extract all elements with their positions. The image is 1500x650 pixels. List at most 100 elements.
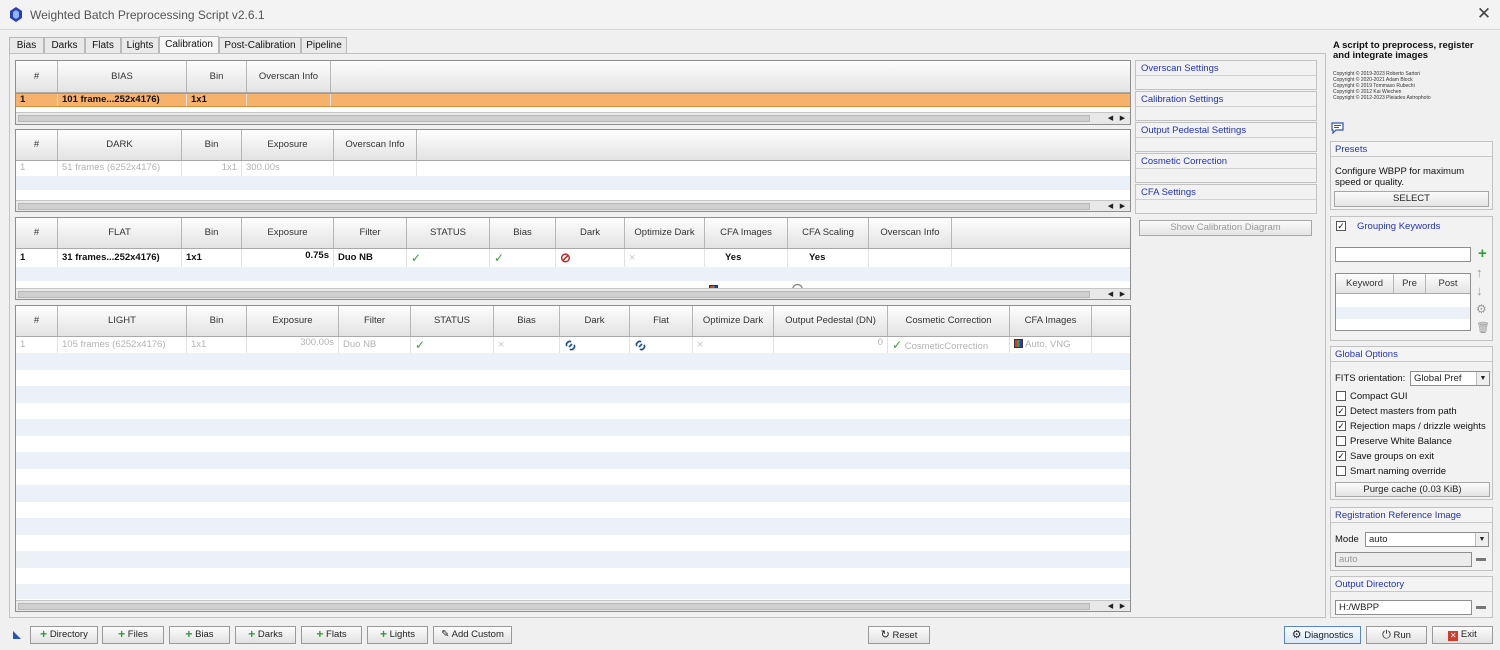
chat-bubble-icon[interactable]	[1331, 122, 1344, 134]
scroll-left-icon[interactable]: ◀	[1105, 114, 1116, 123]
plus-icon: +	[185, 627, 193, 641]
keyword-table[interactable]: Keyword Pre Post	[1335, 273, 1471, 331]
tab-label: Bias	[16, 40, 37, 51]
close-icon[interactable]: ✕	[1474, 4, 1494, 24]
folder-icon[interactable]: ▬	[1476, 601, 1486, 612]
purge-cache-button[interactable]: Purge cache (0.03 KiB)	[1335, 482, 1490, 497]
show-calibration-diagram-button[interactable]: Show Calibration Diagram	[1139, 220, 1312, 236]
rejection-maps-checkbox[interactable]: ✓	[1336, 421, 1346, 431]
scroll-left-icon[interactable]: ◀	[1105, 202, 1116, 211]
scroll-left-icon[interactable]: ◀	[1105, 290, 1116, 299]
presets-title: Presets	[1331, 142, 1492, 157]
table-row[interactable]: 1 101 frame...252x4176) 1x1	[16, 93, 1130, 107]
fits-orientation-select[interactable]: Global Pref ▼	[1410, 371, 1490, 386]
registration-mode-select[interactable]: auto ▼	[1365, 532, 1489, 547]
cell: 1x1	[187, 94, 247, 106]
scroll-thumb[interactable]	[18, 291, 1090, 298]
table-row[interactable]: 1 51 frames (6252x4176) 1x1 300.00s	[16, 161, 1130, 176]
checkbox-label: Compact GUI	[1350, 391, 1408, 402]
add-flats-button[interactable]: + Flats	[301, 626, 362, 644]
overscan-settings-section[interactable]: Overscan Settings	[1135, 60, 1317, 90]
button-label: Run	[1393, 630, 1411, 641]
add-darks-button[interactable]: + Darks	[235, 626, 296, 644]
smart-naming-checkbox[interactable]	[1336, 466, 1346, 476]
grouping-checkbox[interactable]: ✓	[1336, 221, 1346, 231]
reset-button[interactable]: ↻ Reset	[868, 626, 930, 644]
light-table[interactable]: # LIGHT Bin Exposure Filter STATUS Bias …	[15, 305, 1131, 612]
table-row[interactable]: 1 105 frames (6252x4176) 1x1 300.00s Duo…	[16, 337, 1130, 353]
add-lights-button[interactable]: + Lights	[367, 626, 428, 644]
reference-image-path[interactable]: auto	[1335, 552, 1472, 567]
scroll-thumb[interactable]	[18, 115, 1090, 122]
col-header: Flat	[630, 306, 693, 336]
horizontal-scrollbar[interactable]: ◀ ▶	[16, 112, 1130, 124]
add-directory-button[interactable]: + Directory	[30, 626, 98, 644]
horizontal-scrollbar[interactable]: ◀ ▶	[16, 288, 1130, 299]
cosmetic-check-icon: ✓	[892, 338, 903, 352]
add-custom-button[interactable]: ✎ Add Custom	[433, 626, 512, 644]
arrow-up-icon[interactable]: ↑	[1476, 265, 1483, 280]
cell	[334, 161, 417, 176]
col-header: Optimize Dark	[625, 218, 705, 248]
horizontal-scrollbar[interactable]: ◀ ▶	[16, 600, 1130, 611]
checkbox-label: Save groups on exit	[1350, 451, 1434, 462]
tab-darks[interactable]: Darks	[44, 37, 85, 53]
table-row	[16, 386, 1130, 403]
table-row[interactable]: 1 31 frames...252x4176) 1x1 0.75s Duo NB…	[16, 249, 1130, 295]
col-header: CFA Scaling	[788, 218, 869, 248]
col-header: Exposure	[242, 218, 334, 248]
calibration-settings-section[interactable]: Calibration Settings	[1135, 91, 1317, 121]
col-header: Bin	[182, 130, 242, 160]
select-preset-button[interactable]: SELECT	[1334, 191, 1489, 207]
gear-icon[interactable]: ⚙	[1476, 302, 1487, 316]
resize-corner-icon[interactable]	[12, 630, 22, 640]
scroll-left-icon[interactable]: ◀	[1105, 602, 1116, 611]
cell: 1x1	[182, 249, 242, 267]
checkbox-label: Smart naming override	[1350, 466, 1447, 477]
exit-button[interactable]: ✕ Exit	[1432, 626, 1493, 644]
folder-icon[interactable]: ▬	[1476, 553, 1486, 564]
flat-link-icon[interactable]	[634, 339, 647, 352]
scroll-right-icon[interactable]: ▶	[1117, 602, 1128, 611]
output-pedestal-section[interactable]: Output Pedestal Settings	[1135, 122, 1317, 152]
run-button[interactable]: ⏻ Run	[1366, 626, 1427, 644]
reset-icon: ↻	[880, 629, 890, 641]
arrow-down-icon[interactable]: ↓	[1476, 283, 1483, 298]
cosmetic-correction-section[interactable]: Cosmetic Correction	[1135, 153, 1317, 183]
trash-icon[interactable]: 🗑	[1476, 321, 1490, 334]
flat-table[interactable]: # FLAT Bin Exposure Filter STATUS Bias D…	[15, 217, 1131, 300]
scroll-thumb[interactable]	[18, 603, 1090, 610]
chevron-down-icon: ▼	[1475, 533, 1488, 546]
preserve-white-balance-checkbox[interactable]	[1336, 436, 1346, 446]
scroll-right-icon[interactable]: ▶	[1117, 290, 1128, 299]
col-header: #	[16, 61, 58, 92]
dark-link-icon[interactable]	[564, 339, 577, 352]
save-groups-checkbox[interactable]: ✓	[1336, 451, 1346, 461]
add-files-button[interactable]: + Files	[102, 626, 164, 644]
scroll-right-icon[interactable]: ▶	[1117, 114, 1128, 123]
detect-masters-checkbox[interactable]: ✓	[1336, 406, 1346, 416]
tab-bias[interactable]: Bias	[9, 37, 44, 53]
tab-lights[interactable]: Lights	[121, 37, 159, 53]
scroll-thumb[interactable]	[18, 203, 1090, 210]
compact-gui-checkbox[interactable]	[1336, 391, 1346, 401]
bias-table[interactable]: # BIAS Bin Overscan Info 1 101 frame...2…	[15, 60, 1131, 125]
tab-calibration[interactable]: Calibration	[159, 36, 219, 53]
cfa-settings-section[interactable]: CFA Settings	[1135, 184, 1317, 214]
horizontal-scrollbar[interactable]: ◀ ▶	[16, 200, 1130, 211]
output-directory-input[interactable]: H:/WBPP	[1335, 600, 1472, 615]
tab-post-calibration[interactable]: Post-Calibration	[219, 37, 301, 53]
registration-title: Registration Reference Image	[1331, 508, 1492, 523]
cell: 0	[774, 337, 888, 353]
tab-label: Flats	[92, 40, 114, 51]
tab-flats[interactable]: Flats	[85, 37, 121, 53]
keyword-input[interactable]	[1335, 247, 1471, 262]
col-header: Pre	[1394, 274, 1426, 293]
cosmetic-value: CosmeticCorrection	[904, 341, 989, 352]
dark-table[interactable]: # DARK Bin Exposure Overscan Info 1 51 f…	[15, 129, 1131, 212]
scroll-right-icon[interactable]: ▶	[1117, 202, 1128, 211]
add-keyword-icon[interactable]: +	[1478, 246, 1487, 261]
add-bias-button[interactable]: + Bias	[169, 626, 230, 644]
diagnostics-button[interactable]: ⚙ Diagnostics	[1284, 626, 1361, 644]
tab-pipeline[interactable]: Pipeline	[301, 37, 347, 53]
